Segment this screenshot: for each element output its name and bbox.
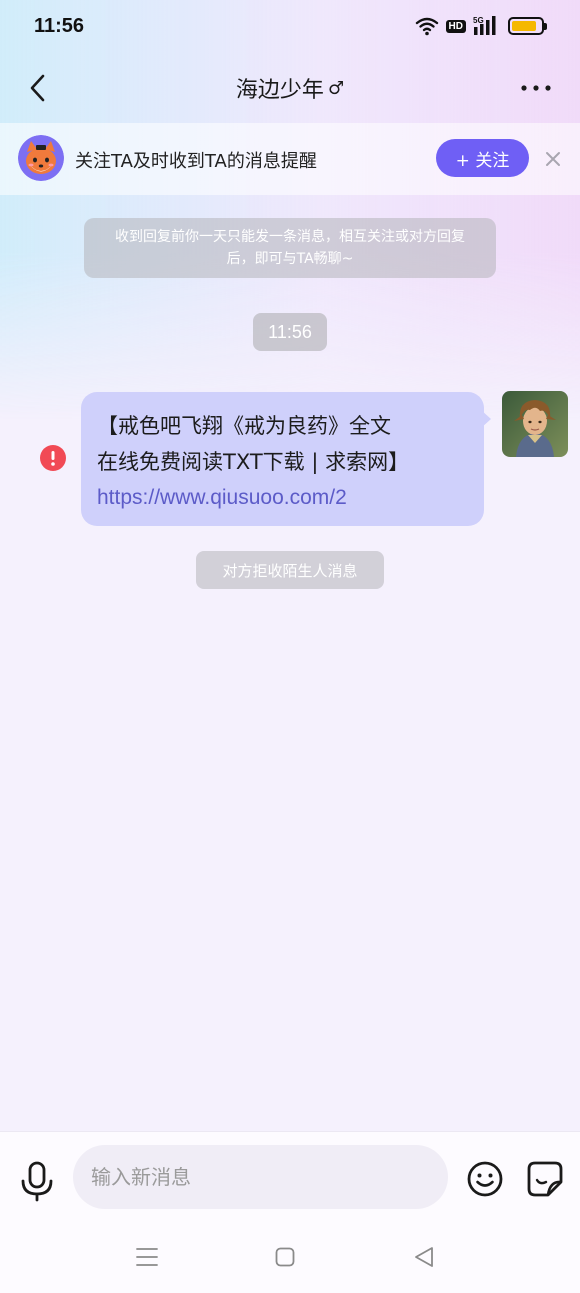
contact-name: 海边少年 bbox=[235, 78, 324, 103]
square-icon bbox=[275, 1247, 295, 1267]
message-text-line-1: 【戒色吧飞翔《戒为良药》全文 bbox=[97, 414, 391, 438]
menu-icon bbox=[136, 1248, 158, 1266]
home-button[interactable] bbox=[275, 1247, 295, 1267]
more-button[interactable] bbox=[518, 70, 554, 106]
fox-mascot-icon bbox=[18, 135, 64, 181]
status-icons: HD 5G bbox=[415, 15, 547, 37]
page-title: 海边少年 ♂ bbox=[0, 72, 580, 104]
follow-prompt: 关注TA及时收到TA的消息提醒 bbox=[75, 151, 317, 172]
follow-button[interactable]: + 关注 bbox=[436, 139, 529, 177]
recent-apps-button[interactable] bbox=[136, 1246, 158, 1268]
system-navigation-bar bbox=[0, 1226, 580, 1293]
smiley-icon bbox=[467, 1161, 503, 1197]
gender-icon: ♂ bbox=[327, 77, 345, 99]
microphone-icon bbox=[21, 1161, 53, 1202]
battery-level bbox=[512, 21, 536, 31]
hd-badge: HD bbox=[445, 19, 466, 33]
follow-banner: 关注TA及时收到TA的消息提醒 + 关注 bbox=[0, 123, 580, 195]
message-timestamp: 11:56 bbox=[253, 313, 327, 351]
sticker-button[interactable] bbox=[526, 1160, 564, 1198]
wifi-icon bbox=[415, 17, 438, 36]
avatar-image bbox=[502, 391, 568, 457]
close-follow-banner-button[interactable] bbox=[541, 147, 565, 171]
network-label: 5G bbox=[473, 16, 484, 25]
emoji-button[interactable] bbox=[466, 1160, 504, 1198]
sticker-icon bbox=[527, 1161, 563, 1197]
close-icon bbox=[546, 152, 560, 166]
battery-icon bbox=[508, 17, 547, 35]
status-bar: 11:56 HD 5G bbox=[0, 0, 580, 52]
signal-icon: 5G bbox=[473, 16, 496, 35]
bubble-tail bbox=[481, 410, 491, 428]
more-dots-icon bbox=[521, 85, 551, 91]
fox-mascot-avatar bbox=[18, 135, 64, 181]
message-link[interactable]: https://www.qiusuoo.com/2 bbox=[97, 480, 468, 516]
send-failed-button[interactable] bbox=[40, 445, 66, 471]
error-icon bbox=[51, 451, 55, 466]
messaging-limit-notice: 收到回复前你一天只能发一条消息，相互关注或对方回复后，即可与TA畅聊~ bbox=[84, 218, 496, 278]
stranger-rejected-notice: 对方拒收陌生人消息 bbox=[196, 551, 384, 589]
message-input[interactable] bbox=[73, 1145, 448, 1209]
triangle-back-icon bbox=[415, 1247, 433, 1267]
composer-bar bbox=[0, 1131, 580, 1226]
chat-header: 海边少年 ♂ bbox=[0, 58, 580, 118]
system-back-button[interactable] bbox=[413, 1246, 435, 1268]
message-text-line-2: 在线免费阅读TXT下载 | 求索网】 bbox=[97, 450, 410, 474]
self-avatar[interactable] bbox=[502, 391, 568, 457]
sent-message-bubble[interactable]: 【戒色吧飞翔《戒为良药》全文 在线免费阅读TXT下载 | 求索网】 https:… bbox=[81, 392, 484, 526]
status-time: 11:56 bbox=[34, 14, 85, 37]
voice-input-button[interactable] bbox=[18, 1160, 56, 1202]
